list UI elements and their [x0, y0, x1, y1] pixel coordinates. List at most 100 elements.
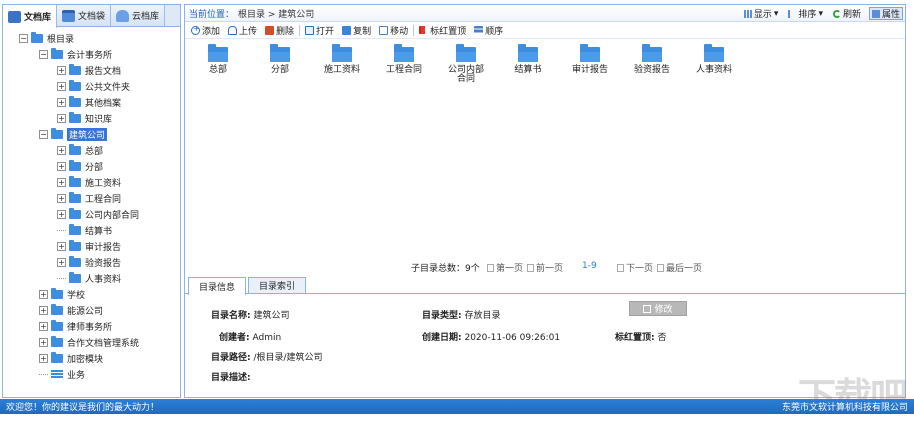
folder-icon	[270, 44, 290, 62]
last-page-icon	[657, 263, 664, 272]
open-button[interactable]: 打开	[302, 23, 337, 37]
upload-button[interactable]: 上传	[225, 23, 260, 37]
collapse-icon[interactable]: −	[39, 129, 48, 139]
breadcrumb-path[interactable]: 根目录 > 建筑公司	[238, 7, 314, 20]
tab-cloud[interactable]: 云档库	[111, 5, 166, 26]
folder-icon	[69, 239, 81, 251]
expand-icon[interactable]: +	[39, 289, 48, 299]
tree-node-accounting[interactable]: − 会计事务所	[3, 46, 180, 62]
tab-directory-index[interactable]: 目录索引	[248, 277, 307, 293]
tree-node[interactable]: + 合作文档管理系统	[3, 334, 180, 350]
properties-button[interactable]: 属性	[868, 7, 903, 20]
grid-icon	[743, 9, 752, 18]
sort-button[interactable]: 排序 ▾	[786, 7, 825, 20]
tree-node[interactable]: + 知识库	[3, 110, 180, 126]
order-button[interactable]: 顺序	[471, 23, 506, 37]
move-button[interactable]: 移动	[376, 23, 411, 37]
creator-row: 创建者: Admin	[219, 333, 282, 343]
tree-node[interactable]: + 验资报告	[3, 254, 180, 270]
tree-node[interactable]: + 能源公司	[3, 302, 180, 318]
tree-node[interactable]: + 总部	[3, 142, 180, 158]
tree-node[interactable]: + 工程合同	[3, 190, 180, 206]
folder-icon	[704, 44, 724, 62]
cloud-icon	[116, 9, 130, 22]
delete-button[interactable]: 删除	[262, 23, 297, 37]
collapse-icon[interactable]: −	[39, 49, 48, 59]
expand-icon[interactable]: +	[57, 209, 66, 219]
folder-item[interactable]: 工程合同	[373, 44, 435, 75]
tree-node[interactable]: + 其他档案	[3, 94, 180, 110]
folder-item[interactable]: 验资报告	[621, 44, 683, 75]
tree-node-construction[interactable]: − 建筑公司	[3, 126, 180, 142]
expand-icon[interactable]: +	[57, 161, 66, 171]
first-page-button[interactable]: 第一页	[487, 261, 523, 274]
folder-item[interactable]: 总部	[187, 44, 249, 75]
expand-icon[interactable]: +	[39, 321, 48, 331]
tree-node[interactable]: + 公司内部合同	[3, 206, 180, 222]
tree-node[interactable]: + 加密模块	[3, 350, 180, 366]
expand-icon[interactable]: +	[57, 65, 66, 75]
expand-icon[interactable]: +	[39, 305, 48, 315]
tree-node[interactable]: + 律师事务所	[3, 318, 180, 334]
open-icon	[305, 25, 315, 35]
tree-node[interactable]: 人事资料	[3, 270, 180, 286]
expand-icon[interactable]: +	[57, 241, 66, 251]
expand-icon[interactable]: +	[57, 97, 66, 107]
folder-item[interactable]: 施工资料	[311, 44, 373, 75]
expand-icon[interactable]: +	[57, 145, 66, 155]
expand-icon[interactable]: +	[57, 257, 66, 267]
tree-node[interactable]: 结算书	[3, 222, 180, 238]
expand-icon[interactable]: +	[57, 177, 66, 187]
tree-node[interactable]: + 施工资料	[3, 174, 180, 190]
tab-directory-info[interactable]: 目录信息	[188, 277, 247, 295]
folder-icon	[69, 79, 81, 91]
copy-button[interactable]: 复制	[339, 23, 374, 37]
details-tabs: 目录信息 目录索引	[185, 277, 905, 295]
add-button[interactable]: 添加	[188, 23, 223, 37]
folder-icon	[51, 47, 63, 59]
display-button[interactable]: 显示 ▾	[742, 7, 781, 20]
expand-icon[interactable]: +	[57, 113, 66, 123]
folder-item[interactable]: 人事资料	[683, 44, 745, 75]
folder-item[interactable]: 公司内部合同	[435, 44, 497, 84]
folder-item[interactable]: 结算书	[497, 44, 559, 75]
last-page-button[interactable]: 最后一页	[657, 261, 702, 274]
expand-icon[interactable]: +	[39, 353, 48, 363]
refresh-button[interactable]: 刷新	[831, 7, 863, 20]
expand-icon[interactable]: +	[57, 193, 66, 203]
bag-icon	[62, 9, 76, 22]
tree-node[interactable]: + 公共文件夹	[3, 78, 180, 94]
folder-item[interactable]: 审计报告	[559, 44, 621, 75]
pager: 子目录总数：9个 第一页 前一页 1-9 下一页 最后一页	[185, 261, 905, 274]
library-icon	[8, 10, 21, 23]
folder-icon	[69, 223, 81, 235]
expand-icon[interactable]: +	[57, 81, 66, 91]
folder-tree: − 根目录 − 会计事务所 + 报告文档 + 公共文件夹 + 其他档案 + 知识库 − 建筑公…	[3, 27, 180, 382]
folder-icon	[51, 127, 63, 139]
edit-button[interactable]: 修改	[629, 301, 687, 316]
status-welcome: 欢迎您！你的建议是我们的最大动力！	[6, 403, 160, 413]
tree-node[interactable]: + 学校	[3, 286, 180, 302]
tree-node[interactable]: + 审计报告	[3, 238, 180, 254]
folder-icon	[69, 271, 81, 283]
prev-page-button[interactable]: 前一页	[527, 261, 563, 274]
folder-icon	[580, 44, 600, 62]
tab-library[interactable]: 文档库	[3, 5, 58, 28]
tree-node[interactable]: + 报告文档	[3, 62, 180, 78]
next-page-button[interactable]: 下一页	[617, 261, 653, 274]
folder-icon	[642, 44, 662, 62]
refresh-icon	[832, 9, 841, 18]
dir-desc-row: 目录描述:	[211, 373, 251, 383]
copy-icon	[342, 25, 352, 35]
tree-node-root[interactable]: − 根目录	[3, 30, 180, 46]
list-icon	[51, 369, 63, 379]
flag-top-button[interactable]: 标红置顶	[416, 23, 469, 37]
tree-node[interactable]: + 分部	[3, 158, 180, 174]
tab-bag[interactable]: 文档袋	[57, 5, 112, 26]
folder-icon	[69, 159, 81, 171]
collapse-icon[interactable]: −	[19, 33, 28, 43]
expand-icon[interactable]: +	[39, 337, 48, 347]
tree-node-business[interactable]: 业务	[3, 366, 180, 382]
dir-name-row: 目录名称: 建筑公司	[211, 311, 290, 321]
folder-item[interactable]: 分部	[249, 44, 311, 75]
